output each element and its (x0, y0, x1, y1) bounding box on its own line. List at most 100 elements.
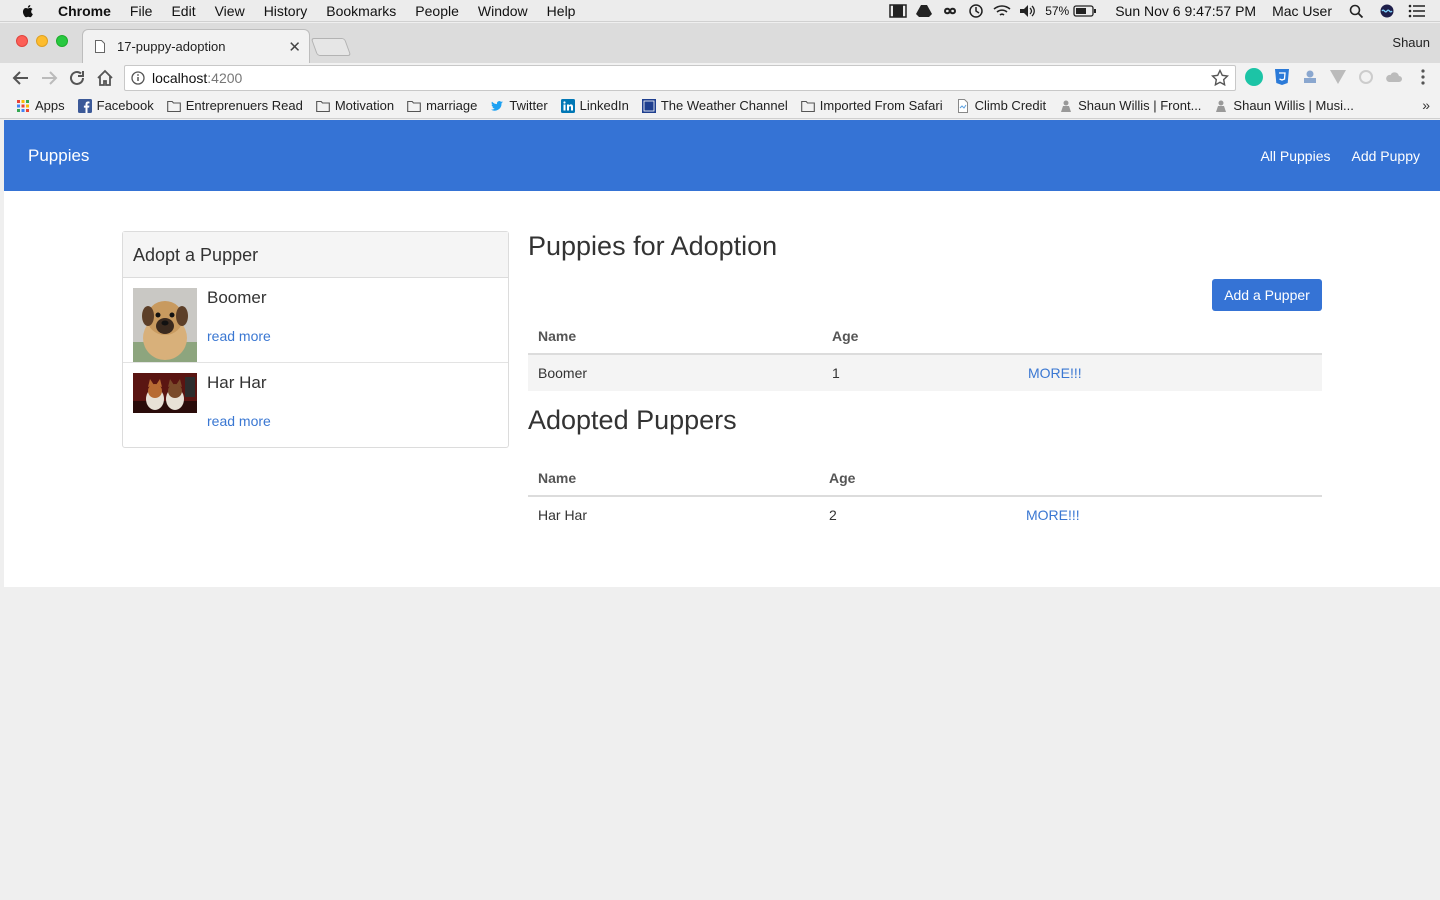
window-close-button[interactable] (16, 35, 28, 47)
tab-title: 17-puppy-adoption (117, 39, 226, 54)
time-machine-icon[interactable] (967, 4, 985, 18)
panel-list-item: Har Har read more (123, 363, 508, 448)
window-minimize-button[interactable] (36, 35, 48, 47)
site-icon (1216, 100, 1227, 112)
bookmark-motivation[interactable]: Motivation (315, 98, 395, 113)
read-more-link[interactable]: read more (207, 328, 271, 344)
bookmark-apps[interactable]: Apps (16, 98, 65, 113)
bookmark-label: Motivation (334, 98, 395, 113)
bookmark-label: LinkedIn (579, 98, 629, 113)
column-header-name: Name (528, 461, 819, 497)
read-more-link[interactable]: read more (207, 413, 271, 429)
address-bar[interactable]: localhost:4200 (124, 65, 1236, 91)
more-link[interactable]: MORE!!! (1028, 365, 1082, 381)
panel-title: Adopt a Pupper (123, 232, 508, 278)
cell-age: 1 (822, 354, 1018, 391)
bookmark-climb-credit[interactable]: Climb Credit (956, 98, 1047, 113)
tab-close-icon[interactable]: ✕ (288, 38, 301, 56)
url-host: localhost (152, 70, 208, 86)
linkedin-icon (560, 98, 575, 113)
browser-tab-active[interactable]: 17-puppy-adoption ✕ (82, 29, 310, 63)
new-tab-button[interactable] (310, 38, 352, 56)
menu-bookmarks[interactable]: Bookmarks (326, 3, 396, 19)
cell-action: MORE!!! (1016, 496, 1322, 533)
column-header-name: Name (528, 319, 822, 355)
profile-button[interactable]: Shaun (1392, 35, 1430, 50)
nav-all-puppies-link[interactable]: All Puppies (1260, 148, 1330, 164)
bookmark-shaun-willis-front[interactable]: Shaun Willis | Front... (1059, 98, 1201, 113)
forward-icon[interactable] (40, 69, 58, 87)
menu-file[interactable]: File (130, 3, 153, 19)
display-icon[interactable] (889, 4, 907, 18)
window-zoom-button[interactable] (56, 35, 68, 47)
puppy-photo-boomer (133, 288, 197, 362)
nav-add-puppy-link[interactable]: Add Puppy (1352, 148, 1421, 164)
bookmark-star-icon[interactable] (1211, 69, 1229, 87)
extension-stack-icon[interactable] (1301, 68, 1319, 86)
volume-icon[interactable] (1019, 4, 1037, 18)
bookmark-imported-from-safari[interactable]: Imported From Safari (800, 98, 943, 113)
css3-extension-icon[interactable] (1273, 68, 1291, 86)
app-navbar: Puppies All Puppies Add Puppy (4, 120, 1440, 191)
bookmark-label: The Weather Channel (660, 98, 788, 113)
menu-window[interactable]: Window (478, 3, 528, 19)
bookmark-facebook[interactable]: Facebook (77, 98, 154, 113)
bookmark-label: Imported From Safari (819, 98, 943, 113)
infinity-icon[interactable] (941, 4, 959, 18)
more-link[interactable]: MORE!!! (1026, 507, 1080, 523)
clock[interactable]: Sun Nov 6 9:47:57 PM (1115, 3, 1256, 19)
notification-center-icon[interactable] (1408, 4, 1426, 18)
chrome-menu-icon[interactable] (1414, 68, 1432, 86)
column-header-age: Age (819, 461, 1016, 497)
adopted-heading: Adopted Puppers (528, 405, 737, 435)
add-pupper-button[interactable]: Add a Pupper (1212, 279, 1322, 311)
navbar-brand[interactable]: Puppies (28, 146, 89, 166)
bookmark-shaun-willis-music[interactable]: Shaun Willis | Musi... (1214, 98, 1354, 113)
back-icon[interactable] (12, 69, 30, 87)
menu-history[interactable]: History (264, 3, 308, 19)
table-header-row: Name Age (528, 319, 1322, 355)
menu-people[interactable]: People (415, 3, 459, 19)
bookmark-twitter[interactable]: Twitter (490, 98, 548, 113)
reload-icon[interactable] (68, 69, 86, 87)
folder-icon (166, 100, 181, 112)
table-header-row: Name Age (528, 461, 1322, 497)
site-info-icon[interactable] (131, 71, 145, 85)
page-icon (95, 40, 105, 53)
bookmark-label: Climb Credit (974, 98, 1047, 113)
bookmark-linkedin[interactable]: LinkedIn (560, 98, 629, 113)
menu-app-name[interactable]: Chrome (58, 3, 111, 19)
extension-swirl-icon[interactable] (1357, 68, 1375, 86)
extension-m-icon[interactable] (1245, 68, 1263, 86)
battery-icon[interactable] (1073, 4, 1097, 18)
main-content: Adopt a Pupper Boomer read more Har Har … (4, 191, 1440, 587)
menu-view[interactable]: View (215, 3, 245, 19)
weather-icon (641, 98, 656, 113)
menu-edit[interactable]: Edit (171, 3, 195, 19)
bookmark-label: marriage (426, 98, 478, 113)
google-drive-icon[interactable] (915, 4, 933, 18)
wifi-icon[interactable] (993, 4, 1011, 18)
bookmark-label: Facebook (96, 98, 154, 113)
site-icon (1061, 100, 1072, 112)
bookmark-label: Apps (35, 98, 65, 113)
cloud-extension-icon[interactable] (1385, 68, 1403, 86)
home-icon[interactable] (96, 69, 114, 87)
siri-icon[interactable] (1378, 4, 1396, 18)
bookmark-marriage[interactable]: marriage (407, 98, 477, 113)
column-header-actions (1018, 319, 1322, 355)
macos-menu-bar: Chrome File Edit View History Bookmarks … (0, 0, 1440, 22)
bookmark-label: Twitter (509, 98, 548, 113)
apps-grid-icon (17, 99, 29, 112)
bookmarks-overflow-button[interactable]: » (1422, 97, 1430, 113)
menu-help[interactable]: Help (547, 3, 576, 19)
spotlight-search-icon[interactable] (1348, 4, 1366, 18)
navbar-links: All Puppies Add Puppy (1239, 148, 1420, 164)
vue-devtools-icon[interactable] (1329, 68, 1347, 86)
for-adoption-heading: Puppies for Adoption (528, 231, 778, 261)
bookmark-weather-channel[interactable]: The Weather Channel (641, 98, 788, 113)
current-user[interactable]: Mac User (1272, 3, 1332, 19)
table-row: Har Har 2 MORE!!! (528, 496, 1322, 533)
apple-icon[interactable] (20, 3, 36, 19)
bookmark-entreprenuers-read[interactable]: Entreprenuers Read (166, 98, 303, 113)
